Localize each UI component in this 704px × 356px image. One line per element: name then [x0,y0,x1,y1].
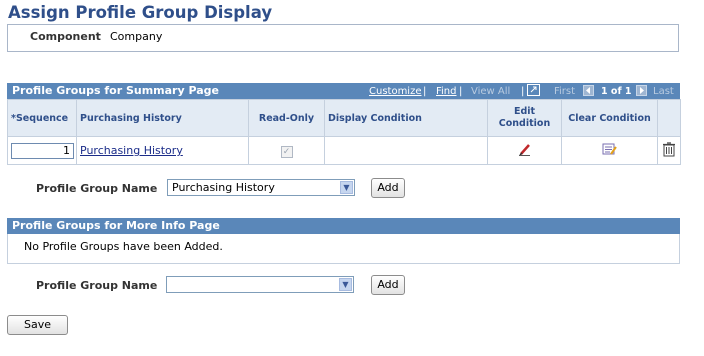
purchasing-history-cell: Purchasing History [76,136,249,165]
chevron-down-icon[interactable]: ▼ [340,181,353,194]
col-read-only: Read-Only [248,99,325,137]
page-range: 1 of 1 [601,86,632,97]
add-button[interactable]: Add [371,178,405,198]
col-display-condition: Display Condition [324,99,488,137]
col-edit-condition: Edit Condition [487,99,562,137]
customize-link[interactable]: Customize [369,84,422,100]
col-sequence: *Sequence [7,99,77,137]
profile-group-name-select-2[interactable]: ▼ [166,276,354,293]
sequence-input[interactable] [11,142,74,159]
sequence-cell [7,136,77,165]
col-actions [657,99,681,137]
read-only-checkbox[interactable]: ✓ [280,145,293,158]
delete-cell [657,136,681,165]
profile-group-name-label-2: Profile Group Name [36,279,158,292]
clear-condition-cell [561,136,658,165]
read-only-cell: ✓ [248,136,325,165]
prev-arrow-icon[interactable] [583,85,594,96]
summary-grid-header: Profile Groups for Summary Page Customiz… [7,83,680,99]
trash-icon[interactable] [662,141,676,157]
col-purchasing-history: Purchasing History [76,99,249,137]
more-info-grid-title: Profile Groups for More Info Page [12,219,220,232]
pencil-icon[interactable] [518,142,532,156]
page-title: Assign Profile Group Display [8,3,273,22]
summary-grid-table: *Sequence Purchasing History Read-Only D… [7,99,681,165]
view-all-link[interactable]: View All [471,84,510,100]
summary-grid-title: Profile Groups for Summary Page [12,84,219,97]
find-link[interactable]: Find [436,84,457,100]
profile-group-name-label: Profile Group Name [36,182,158,195]
component-value: Company [110,30,163,43]
display-condition-cell [324,136,488,165]
add-button-2[interactable]: Add [371,275,405,295]
profile-group-name-select[interactable]: Purchasing History ▼ [167,179,355,196]
chevron-down-icon[interactable]: ▼ [339,278,352,291]
empty-message: No Profile Groups have been Added. [24,240,223,253]
more-info-grid-header: Profile Groups for More Info Page [7,218,680,234]
component-box [7,24,679,52]
purchasing-history-link[interactable]: Purchasing History [80,144,183,157]
component-label: Component [30,30,101,43]
save-button[interactable]: Save [7,315,68,335]
table-row: Purchasing History ✓ [7,136,681,165]
first-link[interactable]: First [554,84,575,100]
new-window-icon[interactable] [527,84,540,96]
col-clear-condition: Clear Condition [561,99,658,137]
next-arrow-icon[interactable] [636,85,647,96]
last-link[interactable]: Last [653,84,674,100]
clear-condition-icon[interactable] [602,142,618,156]
edit-condition-cell [487,136,562,165]
